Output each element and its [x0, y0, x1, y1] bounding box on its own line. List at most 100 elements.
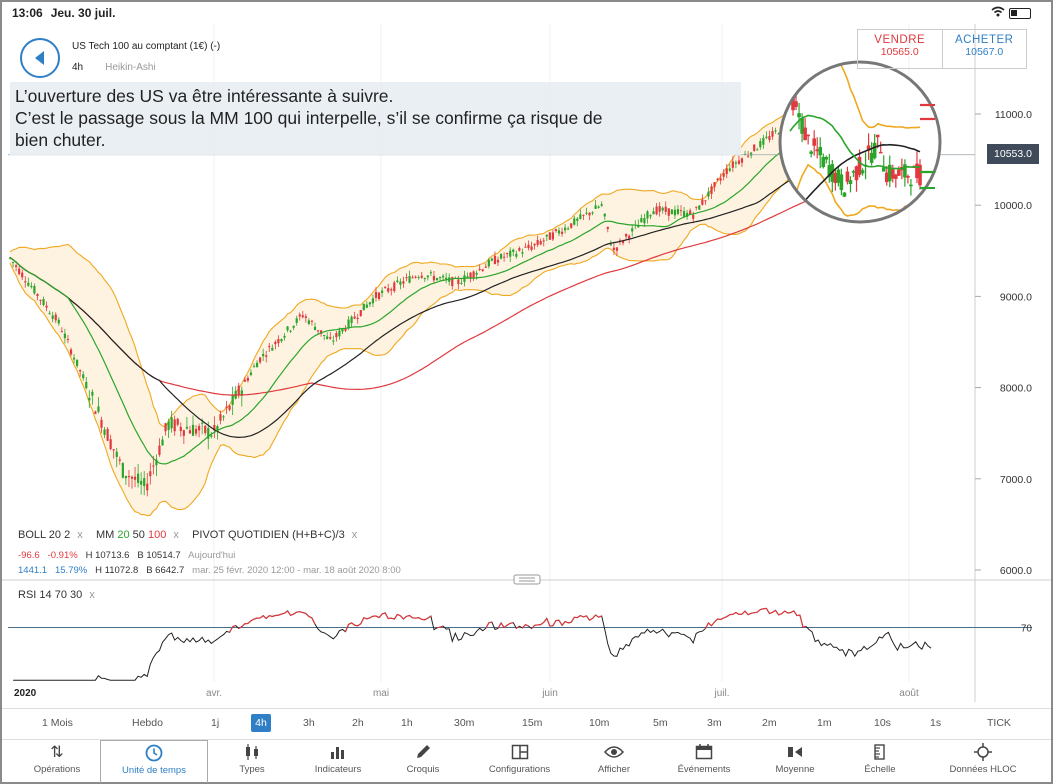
- candle-body: [121, 463, 124, 478]
- candle-body: [643, 218, 646, 224]
- rsi-overbought-segment: [388, 617, 392, 620]
- candle-body: [289, 330, 292, 332]
- candle-body: [661, 207, 664, 211]
- candle-body: [423, 278, 426, 280]
- stats-row-range: 1441.1 15.79% H 11072.8 B 6642.7 mar. 25…: [18, 565, 401, 576]
- candle-body: [539, 241, 542, 245]
- tab-afficher[interactable]: Afficher: [582, 740, 646, 783]
- candle-body: [381, 290, 384, 293]
- tab-evenements-label: Événements: [677, 764, 731, 775]
- tf-2m[interactable]: 2m: [762, 714, 777, 732]
- rsi-overbought-segment: [756, 609, 761, 613]
- candle-body: [326, 336, 329, 340]
- candle-body: [670, 209, 673, 215]
- rsi-overbought-segment: [714, 618, 719, 623]
- tf-4h[interactable]: 4h: [251, 714, 271, 732]
- sell-button[interactable]: VENDRE 10565.0: [858, 30, 943, 68]
- tab-configurations[interactable]: Configurations: [472, 740, 567, 783]
- tf-15m[interactable]: 15m: [522, 714, 542, 732]
- rsi-overbought-segment: [744, 610, 749, 616]
- candle-body: [127, 475, 131, 478]
- candle-body: [652, 211, 655, 215]
- candle-body: [259, 357, 262, 363]
- candle-body: [667, 208, 670, 216]
- candle-body: [612, 247, 615, 251]
- tab-croquis-label: Croquis: [406, 764, 440, 775]
- candle-body: [628, 235, 631, 239]
- candle-body: [591, 212, 594, 214]
- rsi-overbought-segment: [760, 608, 764, 611]
- candle-body: [420, 275, 423, 278]
- candle-body: [588, 212, 591, 216]
- tf-10s[interactable]: 10s: [874, 714, 891, 732]
- rsi-overbought-segment: [424, 617, 429, 621]
- buy-button[interactable]: ACHETER 10567.0: [943, 30, 1027, 68]
- candle-body: [762, 138, 765, 145]
- average-icon: [762, 740, 828, 764]
- tab-moyenne[interactable]: Moyenne: [762, 740, 828, 783]
- candle-body: [664, 206, 667, 212]
- tab-types[interactable]: Types: [217, 740, 287, 783]
- tf-10m[interactable]: 10m: [589, 714, 609, 732]
- tab-evenements[interactable]: Événements: [662, 740, 746, 783]
- lens-candle-body: [839, 174, 844, 191]
- candle-body: [771, 131, 774, 137]
- tf-1j[interactable]: 1j: [211, 714, 219, 732]
- rsi-overbought-segment: [592, 614, 597, 619]
- remove-boll-icon[interactable]: x: [77, 529, 83, 541]
- tf-2h[interactable]: 2h: [352, 714, 364, 732]
- rsi-overbought-segment: [552, 620, 557, 627]
- candle-body: [329, 337, 332, 339]
- rsi-overbought-segment: [344, 624, 350, 632]
- tf-3h[interactable]: 3h: [303, 714, 315, 732]
- pivot-formula: (H+B+C)/3: [292, 529, 345, 541]
- tf-3m[interactable]: 3m: [707, 714, 722, 732]
- boll-label: BOLL: [18, 529, 46, 541]
- rsi-overbought-segment: [393, 614, 398, 620]
- x-tick-label: 2020: [14, 688, 37, 699]
- candle-body: [164, 423, 167, 432]
- lens-candle-body: [806, 134, 810, 137]
- candle-body: [130, 476, 134, 479]
- tf-1h[interactable]: 1h: [401, 714, 413, 732]
- candle-body: [231, 394, 234, 405]
- tf-1s[interactable]: 1s: [930, 714, 941, 732]
- instrument-name: US Tech 100 au comptant (1€) (-): [72, 41, 221, 52]
- remove-pivot-icon[interactable]: x: [352, 529, 358, 541]
- tf-1-mois[interactable]: 1 Mois: [42, 714, 73, 732]
- tf-5m[interactable]: 5m: [653, 714, 668, 732]
- tf-30m[interactable]: 30m: [454, 714, 474, 732]
- tab-operations[interactable]: ⇅ Opérations: [14, 740, 100, 783]
- back-button[interactable]: [20, 38, 60, 78]
- tf-tick[interactable]: TICK: [987, 714, 1011, 732]
- candle-body: [368, 302, 371, 305]
- buy-label: ACHETER: [955, 34, 1014, 46]
- tf-1m[interactable]: 1m: [817, 714, 832, 732]
- tab-echelle[interactable]: Échelle: [847, 740, 913, 783]
- candle-body: [411, 277, 414, 279]
- clock-icon: [101, 741, 207, 765]
- today-change: -96.6: [18, 550, 40, 561]
- candle-body: [609, 244, 612, 246]
- rsi-overbought-segment: [299, 611, 303, 614]
- tab-unite-de-temps[interactable]: Unité de temps: [100, 740, 208, 783]
- candle-body: [219, 414, 222, 421]
- candle-body: [759, 141, 762, 148]
- tab-croquis[interactable]: Croquis: [387, 740, 459, 783]
- candle-body: [118, 459, 121, 461]
- tf-hebdo[interactable]: Hebdo: [132, 714, 163, 732]
- remove-mm-icon[interactable]: x: [173, 529, 179, 541]
- candle-body: [557, 230, 561, 234]
- remove-rsi-icon[interactable]: x: [89, 589, 95, 601]
- tab-donnees-hloc[interactable]: Données HLOC: [940, 740, 1026, 783]
- rsi-overbought-segment: [741, 610, 746, 615]
- candle-body: [374, 292, 378, 298]
- candle-body: [316, 330, 320, 332]
- candle-body: [719, 178, 722, 181]
- candle-body: [466, 276, 469, 278]
- candle-body: [490, 258, 493, 261]
- tab-indicateurs[interactable]: Indicateurs: [297, 740, 379, 783]
- rsi-overbought-segment: [543, 618, 548, 623]
- comment-line-2: C’est le passage sous la MM 100 qui inte…: [15, 108, 603, 128]
- today-pct: -0.91%: [47, 550, 78, 561]
